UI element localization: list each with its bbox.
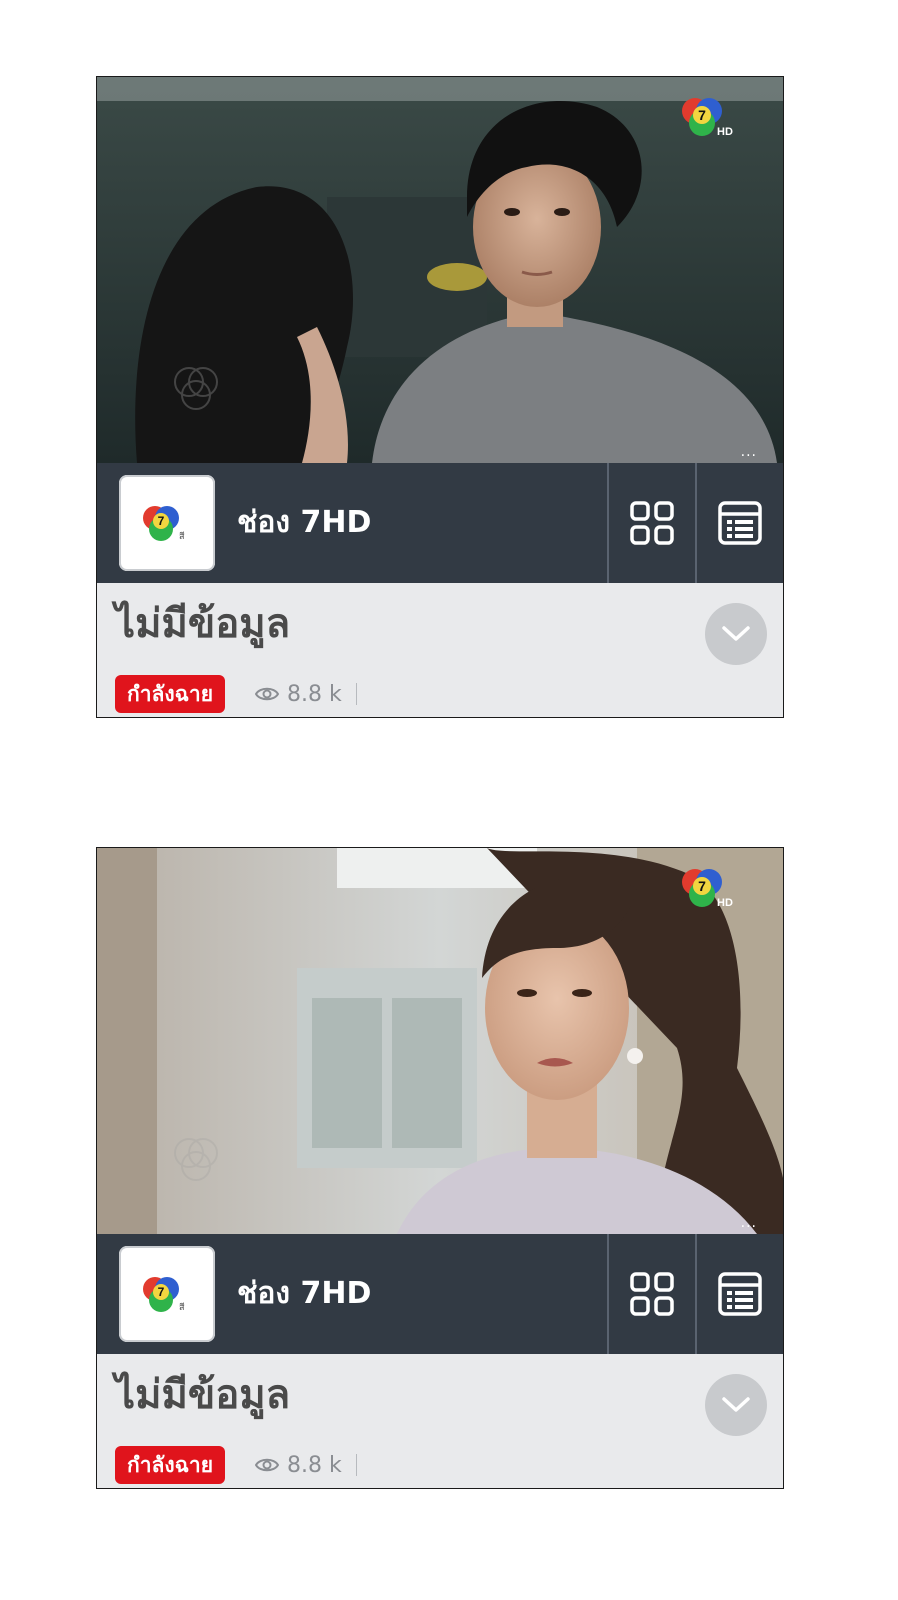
list-view-icon	[718, 501, 762, 545]
more-options-icon[interactable]: ...	[741, 445, 757, 459]
live-badge: กำลังฉาย	[115, 675, 226, 713]
live-badge: กำลังฉาย	[115, 1446, 226, 1484]
svg-text:HD: HD	[717, 897, 733, 909]
view-count-value: 8.8 k	[287, 681, 342, 707]
divider	[355, 1454, 357, 1476]
chevron-down-icon	[722, 626, 750, 641]
list-view-icon	[718, 1272, 762, 1316]
view-count-value: 8.8 k	[287, 1452, 342, 1478]
svg-text:7: 7	[158, 514, 165, 528]
channel-7-hd-watermark: 7 HD	[679, 95, 739, 141]
channel-logo[interactable]: 7 สี	[119, 1246, 215, 1342]
program-list-button[interactable]	[695, 1234, 783, 1354]
chevron-down-icon	[722, 1397, 750, 1412]
channel-bar: 7 สี ช่อง 7HD	[97, 463, 783, 583]
expand-button[interactable]	[705, 603, 767, 665]
divider	[355, 683, 357, 705]
channel-logo[interactable]: 7 สี	[119, 475, 215, 571]
channel-7-hd-watermark: 7 HD	[679, 866, 739, 912]
program-info: ไม่มีข้อมูล กำลังฉาย 8.8 k	[97, 583, 783, 717]
expand-button[interactable]	[705, 1374, 767, 1436]
grid-view-icon	[630, 1272, 674, 1316]
channel-name[interactable]: ช่อง 7HD	[237, 1274, 371, 1314]
grid-view-button[interactable]	[607, 1234, 695, 1354]
channel-7-logo-icon: 7 สี	[143, 506, 185, 542]
svg-text:7: 7	[698, 878, 706, 894]
view-count: 8.8 k	[255, 1450, 357, 1480]
grid-view-button[interactable]	[607, 463, 695, 583]
program-title: ไม่มีข้อมูล	[115, 601, 291, 647]
channel-name[interactable]: ช่อง 7HD	[237, 503, 371, 543]
program-info: ไม่มีข้อมูล กำลังฉาย 8.8 k	[97, 1354, 783, 1488]
program-list-button[interactable]	[695, 463, 783, 583]
video-player[interactable]: 7 HD ...	[97, 77, 783, 463]
eye-icon	[255, 1457, 279, 1473]
svg-text:สี: สี	[179, 531, 185, 542]
svg-text:7: 7	[158, 1285, 165, 1299]
eye-icon	[255, 686, 279, 702]
svg-text:7: 7	[698, 107, 706, 123]
video-player[interactable]: 7 HD ...	[97, 848, 783, 1234]
view-count: 8.8 k	[255, 679, 357, 709]
svg-text:สี: สี	[179, 1302, 185, 1313]
grid-view-icon	[630, 501, 674, 545]
channel-card[interactable]: 7 HD ... 7 สี ช่อง 7HD ไม่มีข้อมูล กำลัง…	[96, 847, 784, 1489]
channel-7-logo-icon: 7 สี	[143, 1277, 185, 1313]
program-title: ไม่มีข้อมูล	[115, 1372, 291, 1418]
channel-card[interactable]: 7 HD ... 7 สี ช่อง 7HD ไม่มีข้อมูล กำลัง…	[96, 76, 784, 718]
svg-text:HD: HD	[717, 126, 733, 138]
more-options-icon[interactable]: ...	[741, 1216, 757, 1230]
channel-bar: 7 สี ช่อง 7HD	[97, 1234, 783, 1354]
